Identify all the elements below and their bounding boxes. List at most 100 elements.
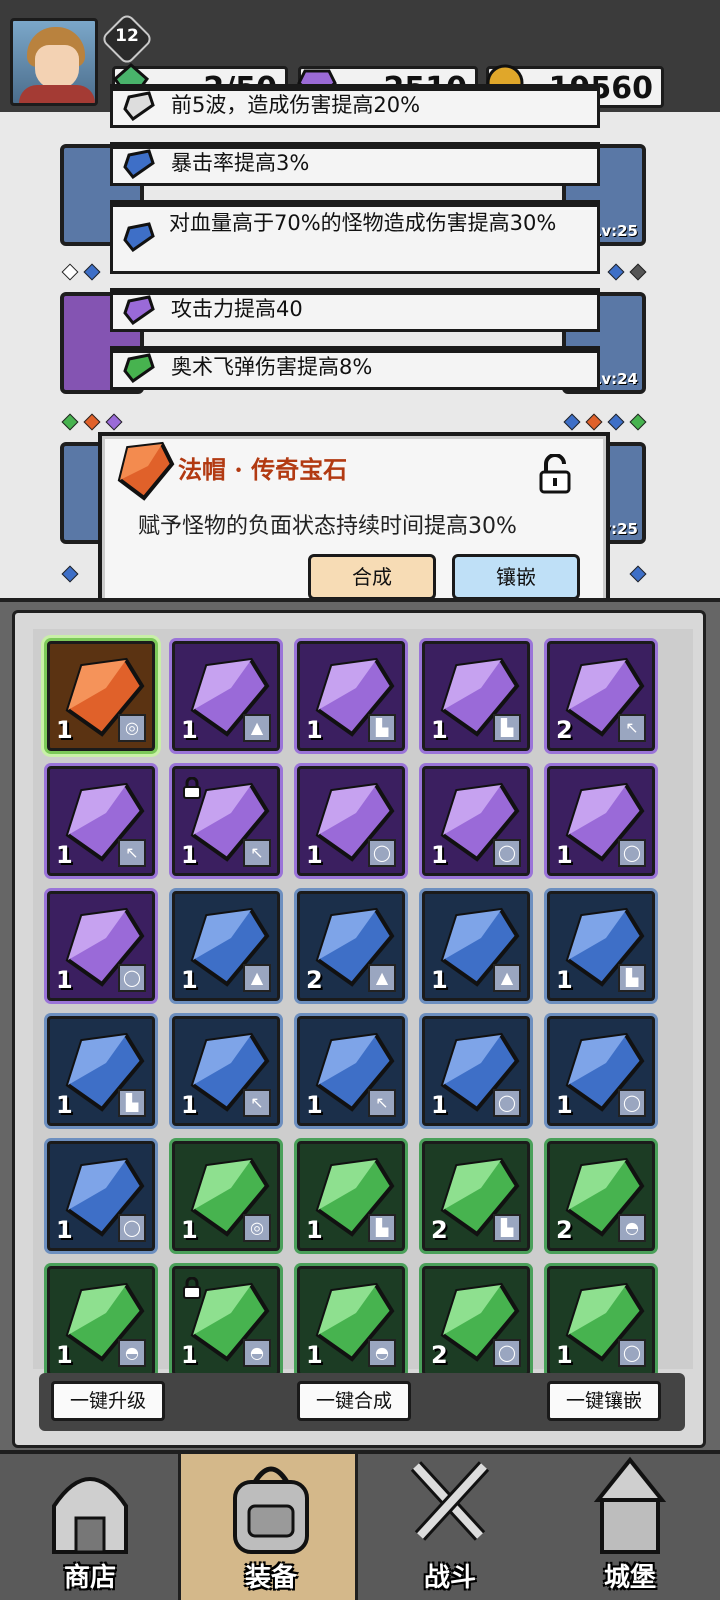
stat-row: 奥术飞弹伤害提高8% bbox=[110, 346, 600, 390]
gem-slot[interactable]: 1 ▲ bbox=[172, 641, 280, 751]
hat-icon: ◓ bbox=[118, 1339, 146, 1367]
inventory-panel: 1 ◎ 1 ▲ 1 ▙ 1 ▙ 2 ↖ 1 ↖ 1 ↖ 1 ◯ 1 ◯ 1 ◯ 1 ◯ 1 ▲ 2 ▲ 1 ▲ 1 ▙ 1 ▙ 1 ↖ 1 ↖ 1 ◯ 1 ◯… bbox=[12, 610, 706, 1448]
amulet-icon: ◯ bbox=[368, 839, 396, 867]
gem-slot[interactable]: 1 ▙ bbox=[47, 1016, 155, 1126]
gem-slot[interactable]: 1 ◓ bbox=[297, 1266, 405, 1376]
blue-gem-icon bbox=[123, 222, 155, 252]
compose-all-button[interactable]: 一键合成 bbox=[297, 1381, 411, 1421]
gem-slot[interactable]: 2 ↖ bbox=[547, 641, 655, 751]
boots-icon: ▙ bbox=[368, 714, 396, 742]
gem-count: 1 bbox=[56, 1216, 73, 1244]
amulet-icon: ◯ bbox=[618, 839, 646, 867]
gem-slot[interactable]: 1 ▙ bbox=[422, 641, 530, 751]
staff-icon: ↖ bbox=[243, 839, 271, 867]
stat-text: 前5波，造成伤害提高20% bbox=[171, 93, 421, 117]
gem-count: 2 bbox=[556, 716, 573, 744]
gem-slot[interactable]: 1 ◯ bbox=[547, 766, 655, 876]
stat-row: 前5波，造成伤害提高20% bbox=[110, 84, 600, 128]
gem-count: 1 bbox=[181, 1341, 198, 1369]
gem-slot[interactable]: 1 ◎ bbox=[47, 641, 155, 751]
hat-icon: ◓ bbox=[618, 1214, 646, 1242]
stat-text: 暴击率提高3% bbox=[171, 151, 310, 175]
nav-shop[interactable]: 商店 bbox=[0, 1454, 180, 1600]
crossed-swords-icon bbox=[410, 1461, 490, 1541]
gem-count: 1 bbox=[56, 966, 73, 994]
amulet-icon: ◯ bbox=[118, 1214, 146, 1242]
staff-icon: ↖ bbox=[118, 839, 146, 867]
gem-count: 1 bbox=[56, 1091, 73, 1119]
gem-slot[interactable]: 1 ↖ bbox=[297, 1016, 405, 1126]
gem-detail-popup: 法帽 · 传奇宝石 赋予怪物的负面状态持续时间提高30% 合成 镶嵌 bbox=[98, 432, 610, 616]
gem-slot[interactable]: 1 ↖ bbox=[47, 766, 155, 876]
compose-button[interactable]: 合成 bbox=[308, 554, 436, 600]
boots-icon: ▙ bbox=[368, 1214, 396, 1242]
gem-slot[interactable]: 1 ◓ bbox=[172, 1266, 280, 1376]
gem-slot[interactable]: 2 ▙ bbox=[422, 1141, 530, 1251]
socket-dot bbox=[607, 413, 625, 431]
gem-count: 1 bbox=[306, 841, 323, 869]
gem-slot[interactable]: 1 ◯ bbox=[297, 766, 405, 876]
gem-slot[interactable]: 1 ↖ bbox=[172, 1016, 280, 1126]
gem-count: 1 bbox=[306, 1091, 323, 1119]
popup-description: 赋予怪物的负面状态持续时间提高30% bbox=[138, 514, 517, 539]
gem-count: 1 bbox=[56, 841, 73, 869]
gem-count: 1 bbox=[306, 1216, 323, 1244]
boots-icon: ▙ bbox=[618, 964, 646, 992]
socket-dot bbox=[629, 565, 647, 583]
popup-title: 法帽 · 传奇宝石 bbox=[178, 455, 348, 484]
socket-dot bbox=[83, 413, 101, 431]
gem-slot[interactable]: 1 ▲ bbox=[172, 891, 280, 1001]
gem-slot[interactable]: 1 ▙ bbox=[547, 891, 655, 1001]
upgrade-all-button[interactable]: 一键升级 bbox=[51, 1381, 165, 1421]
gem-slot[interactable]: 1 ◎ bbox=[172, 1141, 280, 1251]
gem-slot[interactable]: 1 ◯ bbox=[47, 1141, 155, 1251]
nav-equipment[interactable]: 装备 bbox=[178, 1454, 358, 1600]
gem-slot[interactable]: 2 ◯ bbox=[422, 1266, 530, 1376]
gem-count: 1 bbox=[556, 841, 573, 869]
gem-slot[interactable]: 1 ◯ bbox=[547, 1016, 655, 1126]
armor-icon: ▲ bbox=[493, 964, 521, 992]
gem-slot[interactable]: 1 ◯ bbox=[422, 1016, 530, 1126]
socket-dot bbox=[607, 263, 625, 281]
lock-icon bbox=[183, 777, 201, 799]
stat-row: 对血量高于70%的怪物造成伤害提高30% bbox=[110, 200, 600, 274]
armor-icon: ▲ bbox=[368, 964, 396, 992]
gem-slot[interactable]: 1 ◓ bbox=[47, 1266, 155, 1376]
unlock-icon[interactable] bbox=[538, 454, 572, 494]
boots-icon: ▙ bbox=[493, 714, 521, 742]
gem-slot[interactable]: 2 ▲ bbox=[297, 891, 405, 1001]
gem-slot[interactable]: 2 ◓ bbox=[547, 1141, 655, 1251]
gem-slot[interactable]: 1 ▙ bbox=[297, 641, 405, 751]
embed-button[interactable]: 镶嵌 bbox=[452, 554, 580, 600]
gem-count: 1 bbox=[181, 841, 198, 869]
socket-dot bbox=[105, 413, 123, 431]
gem-slot[interactable]: 1 ▲ bbox=[422, 891, 530, 1001]
nav-battle[interactable]: 战斗 bbox=[360, 1454, 540, 1600]
gem-slot[interactable]: 1 ◯ bbox=[47, 891, 155, 1001]
white-gem-icon bbox=[123, 91, 155, 121]
staff-icon: ↖ bbox=[368, 1089, 396, 1117]
nav-label: 城堡 bbox=[603, 1563, 656, 1593]
nav-castle[interactable]: 城堡 bbox=[540, 1454, 720, 1600]
gem-count: 1 bbox=[431, 716, 448, 744]
staff-icon: ↖ bbox=[618, 714, 646, 742]
socket-dot bbox=[563, 413, 581, 431]
gem-count: 1 bbox=[431, 1091, 448, 1119]
hat-icon: ◓ bbox=[368, 1339, 396, 1367]
embed-all-button[interactable]: 一键镶嵌 bbox=[547, 1381, 661, 1421]
socket-dot bbox=[585, 413, 603, 431]
gem-slot[interactable]: 1 ◯ bbox=[547, 1266, 655, 1376]
gem-count: 1 bbox=[556, 966, 573, 994]
gem-slot[interactable]: 1 ▙ bbox=[297, 1141, 405, 1251]
gem-slot[interactable]: 1 ↖ bbox=[172, 766, 280, 876]
gem-slot[interactable]: 1 ◯ bbox=[422, 766, 530, 876]
player-avatar[interactable] bbox=[10, 18, 98, 106]
green-gem-icon bbox=[123, 353, 155, 383]
amulet-icon: ◯ bbox=[618, 1339, 646, 1367]
gem-count: 1 bbox=[181, 966, 198, 994]
gem-count: 2 bbox=[556, 1216, 573, 1244]
socket-dot bbox=[61, 413, 79, 431]
hat-icon: ◓ bbox=[243, 1339, 271, 1367]
ring-icon: ◎ bbox=[118, 714, 146, 742]
orange-gem-icon bbox=[117, 441, 175, 501]
